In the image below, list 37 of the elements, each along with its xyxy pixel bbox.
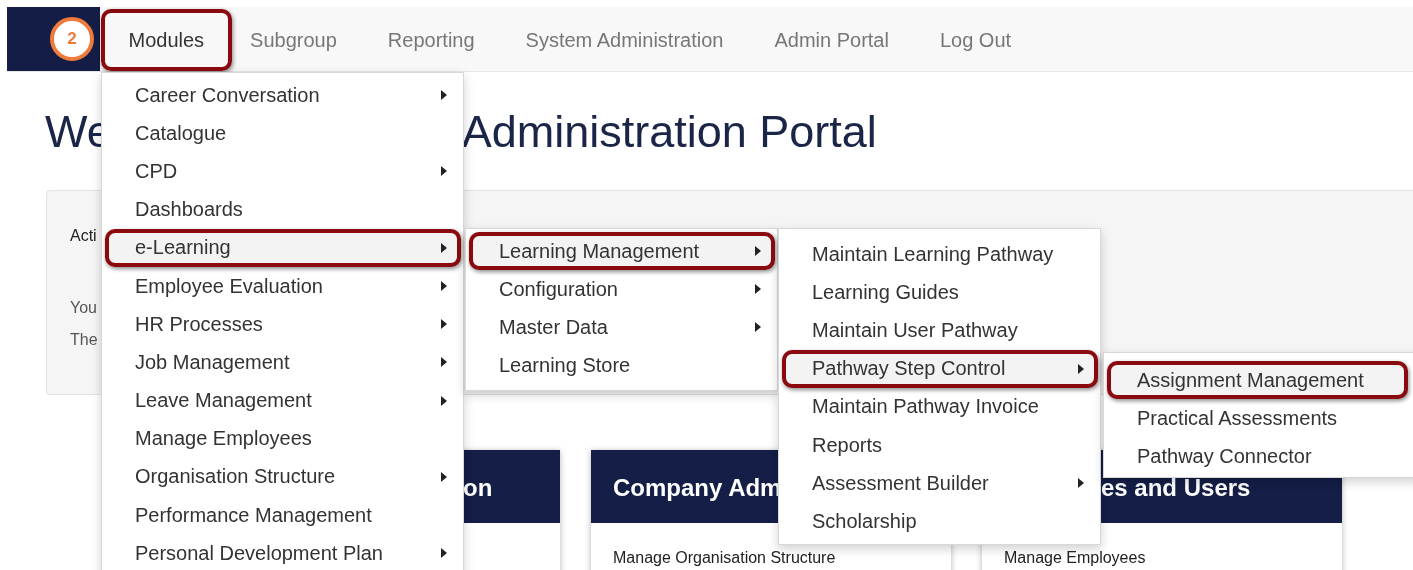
menu-item[interactable]: Maintain Pathway Invoice (782, 387, 1098, 426)
menu-item[interactable]: Career Conversation (105, 76, 461, 115)
menu-item[interactable]: Practical Assessments (1107, 399, 1408, 438)
panel-text: The (70, 330, 98, 350)
menu-item[interactable]: Personal Development Plan (105, 534, 461, 570)
menu-item[interactable]: CPD (105, 152, 461, 191)
menu-item[interactable]: Assessment Builder (782, 464, 1098, 503)
menu-item[interactable]: e-Learning (105, 228, 461, 267)
menu-item[interactable]: Manage Employees (105, 419, 461, 458)
menu-item[interactable]: Pathway Step Control (782, 349, 1098, 388)
step-badge: 2 (50, 17, 94, 61)
menu-item[interactable]: Master Data (469, 308, 775, 347)
card-title: on (463, 474, 493, 502)
menu-item[interactable]: Dashboards (105, 190, 461, 229)
menu-item[interactable]: Maintain User Pathway (782, 311, 1098, 350)
menu-item[interactable]: Organisation Structure (105, 457, 461, 497)
card-link[interactable]: Manage Organisation Structure (613, 549, 836, 567)
page-heading: Administration Portal (461, 106, 877, 158)
panel-text: You (70, 298, 97, 318)
menu-item[interactable]: Configuration (469, 270, 775, 309)
menu-item[interactable]: Leave Management (105, 381, 461, 420)
menu-item[interactable]: Assignment Management (1107, 361, 1408, 400)
panel-text: Acti (70, 226, 97, 246)
menu-item[interactable]: Job Management (105, 343, 461, 382)
menu-item[interactable]: Employee Evaluation (105, 266, 461, 306)
menu-item[interactable]: Catalogue (105, 114, 461, 153)
menu-item[interactable]: Pathway Connector (1107, 437, 1408, 476)
menu-item[interactable]: Learning Guides (782, 273, 1098, 312)
card-link[interactable]: Manage Employees (1004, 549, 1146, 567)
menu-item[interactable]: Reports (782, 425, 1098, 465)
menu-item[interactable]: Learning Store (469, 346, 775, 385)
menu-item[interactable]: HR Processes (105, 305, 461, 344)
menu-item[interactable]: Learning Management (469, 232, 775, 271)
card-title: es and Users (1101, 474, 1251, 502)
menu-item[interactable]: Maintain Learning Pathway (782, 235, 1098, 274)
menu-item[interactable]: Scholarship (782, 502, 1098, 541)
menu-item[interactable]: Performance Management (105, 496, 461, 535)
